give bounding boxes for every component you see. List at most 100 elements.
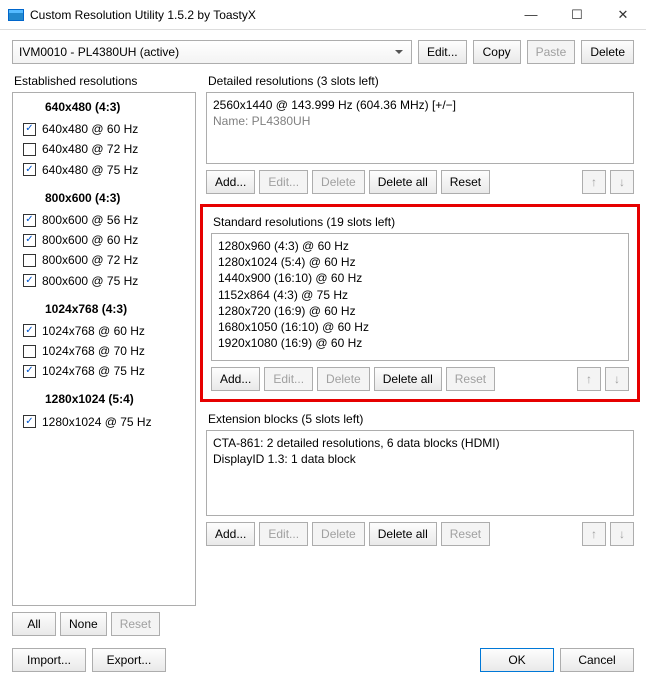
detailed-deleteall-button[interactable]: Delete all bbox=[369, 170, 437, 194]
resolution-checkbox-row[interactable]: 640x480 @ 72 Hz bbox=[19, 139, 189, 159]
resolution-label: 1024x768 @ 75 Hz bbox=[42, 363, 145, 379]
established-label: Established resolutions bbox=[14, 74, 196, 88]
extension-label: Extension blocks (5 slots left) bbox=[208, 412, 634, 426]
resolution-checkbox-row[interactable]: 640x480 @ 75 Hz bbox=[19, 160, 189, 180]
extension-reset-button: Reset bbox=[441, 522, 490, 546]
extension-delete-button: Delete bbox=[312, 522, 365, 546]
none-button[interactable]: None bbox=[60, 612, 107, 636]
resolution-label: 640x480 @ 72 Hz bbox=[42, 141, 138, 157]
checkbox-icon[interactable] bbox=[23, 214, 36, 227]
standard-highlight: Standard resolutions (19 slots left) 128… bbox=[200, 204, 640, 402]
display-dropdown[interactable]: IVM0010 - PL4380UH (active) bbox=[12, 40, 412, 64]
detailed-edit-button: Edit... bbox=[259, 170, 308, 194]
copy-button[interactable]: Copy bbox=[473, 40, 521, 64]
detailed-reset-button[interactable]: Reset bbox=[441, 170, 490, 194]
group-header: 1024x768 (4:3) bbox=[19, 301, 189, 317]
standard-item[interactable]: 1440x900 (16:10) @ 60 Hz bbox=[218, 270, 622, 286]
resolution-label: 1280x1024 @ 75 Hz bbox=[42, 414, 152, 430]
ok-button[interactable]: OK bbox=[480, 648, 554, 672]
standard-item[interactable]: 1280x720 (16:9) @ 60 Hz bbox=[218, 303, 622, 319]
extension-list[interactable]: CTA-861: 2 detailed resolutions, 6 data … bbox=[206, 430, 634, 516]
checkbox-icon[interactable] bbox=[23, 415, 36, 428]
resolution-checkbox-row[interactable]: 800x600 @ 75 Hz bbox=[19, 271, 189, 291]
resolution-label: 800x600 @ 72 Hz bbox=[42, 252, 138, 268]
maximize-button[interactable]: ☐ bbox=[554, 0, 600, 30]
resolution-checkbox-row[interactable]: 800x600 @ 60 Hz bbox=[19, 230, 189, 250]
resolution-checkbox-row[interactable]: 1024x768 @ 75 Hz bbox=[19, 361, 189, 381]
group-header: 1280x1024 (5:4) bbox=[19, 391, 189, 407]
extension-edit-button: Edit... bbox=[259, 522, 308, 546]
resolution-label: 800x600 @ 56 Hz bbox=[42, 212, 138, 228]
checkbox-icon[interactable] bbox=[23, 123, 36, 136]
standard-item[interactable]: 1280x960 (4:3) @ 60 Hz bbox=[218, 238, 622, 254]
group-header: 640x480 (4:3) bbox=[19, 99, 189, 115]
resolution-checkbox-row[interactable]: 1024x768 @ 70 Hz bbox=[19, 341, 189, 361]
display-dropdown-value: IVM0010 - PL4380UH (active) bbox=[19, 45, 179, 59]
titlebar: Custom Resolution Utility 1.5.2 by Toast… bbox=[0, 0, 646, 30]
resolution-label: 640x480 @ 75 Hz bbox=[42, 162, 138, 178]
checkbox-icon[interactable] bbox=[23, 143, 36, 156]
standard-up-button: ↑ bbox=[577, 367, 601, 391]
detailed-panel: Detailed resolutions (3 slots left) 2560… bbox=[206, 74, 634, 194]
resolution-checkbox-row[interactable]: 800x600 @ 72 Hz bbox=[19, 250, 189, 270]
established-list[interactable]: 640x480 (4:3) 640x480 @ 60 Hz 640x480 @ 72… bbox=[12, 92, 196, 606]
standard-item[interactable]: 1152x864 (4:3) @ 75 Hz bbox=[218, 287, 622, 303]
standard-deleteall-button[interactable]: Delete all bbox=[374, 367, 442, 391]
detailed-delete-button: Delete bbox=[312, 170, 365, 194]
checkbox-icon[interactable] bbox=[23, 345, 36, 358]
standard-item[interactable]: 1920x1080 (16:9) @ 60 Hz bbox=[218, 335, 622, 351]
detailed-list[interactable]: 2560x1440 @ 143.999 Hz (604.36 MHz) [+/−… bbox=[206, 92, 634, 164]
checkbox-icon[interactable] bbox=[23, 254, 36, 267]
standard-item[interactable]: 1680x1050 (16:10) @ 60 Hz bbox=[218, 319, 622, 335]
standard-edit-button: Edit... bbox=[264, 367, 313, 391]
extension-add-button[interactable]: Add... bbox=[206, 522, 255, 546]
minimize-button[interactable]: — bbox=[508, 0, 554, 30]
extension-item[interactable]: DisplayID 1.3: 1 data block bbox=[213, 451, 627, 467]
close-button[interactable]: ✕ bbox=[600, 0, 646, 30]
standard-panel: Standard resolutions (19 slots left) 128… bbox=[211, 215, 629, 391]
paste-button: Paste bbox=[527, 40, 576, 64]
detailed-down-button: ↓ bbox=[610, 170, 634, 194]
extension-deleteall-button[interactable]: Delete all bbox=[369, 522, 437, 546]
detailed-item-name[interactable]: Name: PL4380UH bbox=[213, 113, 627, 129]
checkbox-icon[interactable] bbox=[23, 365, 36, 378]
standard-list[interactable]: 1280x960 (4:3) @ 60 Hz1280x1024 (5:4) @ … bbox=[211, 233, 629, 361]
extension-down-button: ↓ bbox=[610, 522, 634, 546]
resolution-label: 1024x768 @ 70 Hz bbox=[42, 343, 145, 359]
window-title: Custom Resolution Utility 1.5.2 by Toast… bbox=[30, 8, 508, 22]
export-button[interactable]: Export... bbox=[92, 648, 166, 672]
detailed-up-button: ↑ bbox=[582, 170, 606, 194]
extension-up-button: ↑ bbox=[582, 522, 606, 546]
extension-panel: Extension blocks (5 slots left) CTA-861:… bbox=[206, 412, 634, 546]
standard-delete-button: Delete bbox=[317, 367, 370, 391]
resolution-label: 640x480 @ 60 Hz bbox=[42, 121, 138, 137]
all-button[interactable]: All bbox=[12, 612, 56, 636]
import-button[interactable]: Import... bbox=[12, 648, 86, 672]
resolution-checkbox-row[interactable]: 640x480 @ 60 Hz bbox=[19, 119, 189, 139]
edit-display-button[interactable]: Edit... bbox=[418, 40, 467, 64]
app-icon bbox=[8, 9, 24, 21]
standard-add-button[interactable]: Add... bbox=[211, 367, 260, 391]
resolution-checkbox-row[interactable]: 1280x1024 @ 75 Hz bbox=[19, 412, 189, 432]
resolution-checkbox-row[interactable]: 800x600 @ 56 Hz bbox=[19, 210, 189, 230]
established-reset-button: Reset bbox=[111, 612, 160, 636]
standard-down-button: ↓ bbox=[605, 367, 629, 391]
checkbox-icon[interactable] bbox=[23, 163, 36, 176]
resolution-label: 1024x768 @ 60 Hz bbox=[42, 323, 145, 339]
checkbox-icon[interactable] bbox=[23, 234, 36, 247]
checkbox-icon[interactable] bbox=[23, 274, 36, 287]
resolution-label: 800x600 @ 60 Hz bbox=[42, 232, 138, 248]
delete-display-button[interactable]: Delete bbox=[581, 40, 634, 64]
checkbox-icon[interactable] bbox=[23, 324, 36, 337]
detailed-item[interactable]: 2560x1440 @ 143.999 Hz (604.36 MHz) [+/−… bbox=[213, 97, 627, 113]
extension-item[interactable]: CTA-861: 2 detailed resolutions, 6 data … bbox=[213, 435, 627, 451]
cancel-button[interactable]: Cancel bbox=[560, 648, 634, 672]
group-header: 800x600 (4:3) bbox=[19, 190, 189, 206]
resolution-label: 800x600 @ 75 Hz bbox=[42, 273, 138, 289]
standard-reset-button: Reset bbox=[446, 367, 495, 391]
detailed-label: Detailed resolutions (3 slots left) bbox=[208, 74, 634, 88]
resolution-checkbox-row[interactable]: 1024x768 @ 60 Hz bbox=[19, 321, 189, 341]
detailed-add-button[interactable]: Add... bbox=[206, 170, 255, 194]
standard-item[interactable]: 1280x1024 (5:4) @ 60 Hz bbox=[218, 254, 622, 270]
standard-label: Standard resolutions (19 slots left) bbox=[213, 215, 629, 229]
